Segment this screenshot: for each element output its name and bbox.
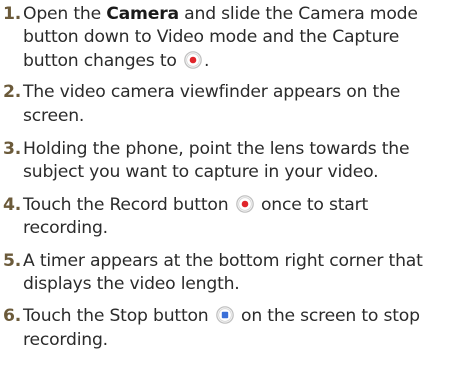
step-number: 2. bbox=[3, 82, 22, 103]
step-text: Holding the phone, point the lens toward… bbox=[23, 139, 410, 183]
step-number: 4. bbox=[3, 194, 22, 215]
step-4: 4. Touch the Record button once to start… bbox=[3, 194, 457, 241]
step-text-part: . bbox=[203, 50, 210, 71]
instruction-steps: 1. Open the Camera and slide the Camera … bbox=[3, 3, 457, 352]
step-text-part: Touch the Record button bbox=[23, 194, 229, 215]
step-number: 3. bbox=[3, 139, 22, 160]
step-text: The video camera viewfinder appears on t… bbox=[23, 82, 401, 126]
step-6: 6. Touch the Stop button on the screen t… bbox=[3, 305, 457, 352]
step-2: 2. The video camera viewfinder appears o… bbox=[3, 81, 457, 128]
step-text-part: Open the bbox=[23, 4, 107, 24]
record-button-icon bbox=[235, 195, 254, 213]
stop-button-icon bbox=[215, 306, 234, 325]
record-button-icon bbox=[184, 51, 202, 69]
step-text: A timer appears at the bottom right corn… bbox=[23, 250, 423, 295]
step-5: 5. A timer appears at the bottom right c… bbox=[3, 250, 457, 297]
step-text-part: Touch the Stop button bbox=[23, 306, 209, 327]
step-text: Touch the Stop button on the screen to s… bbox=[23, 305, 457, 352]
step-number: 5. bbox=[3, 250, 22, 271]
step-number: 1. bbox=[3, 4, 22, 24]
step-text: Touch the Record button once to start re… bbox=[23, 194, 457, 241]
step-text: Open the Camera and slide the Camera mod… bbox=[23, 3, 457, 73]
step-3: 3. Holding the phone, point the lens tow… bbox=[3, 138, 457, 185]
step-number: 6. bbox=[3, 306, 22, 327]
step-1: 1. Open the Camera and slide the Camera … bbox=[3, 3, 457, 73]
manual-page: 1. Open the Camera and slide the Camera … bbox=[0, 3, 457, 372]
camera-app-name: Camera bbox=[106, 4, 179, 24]
